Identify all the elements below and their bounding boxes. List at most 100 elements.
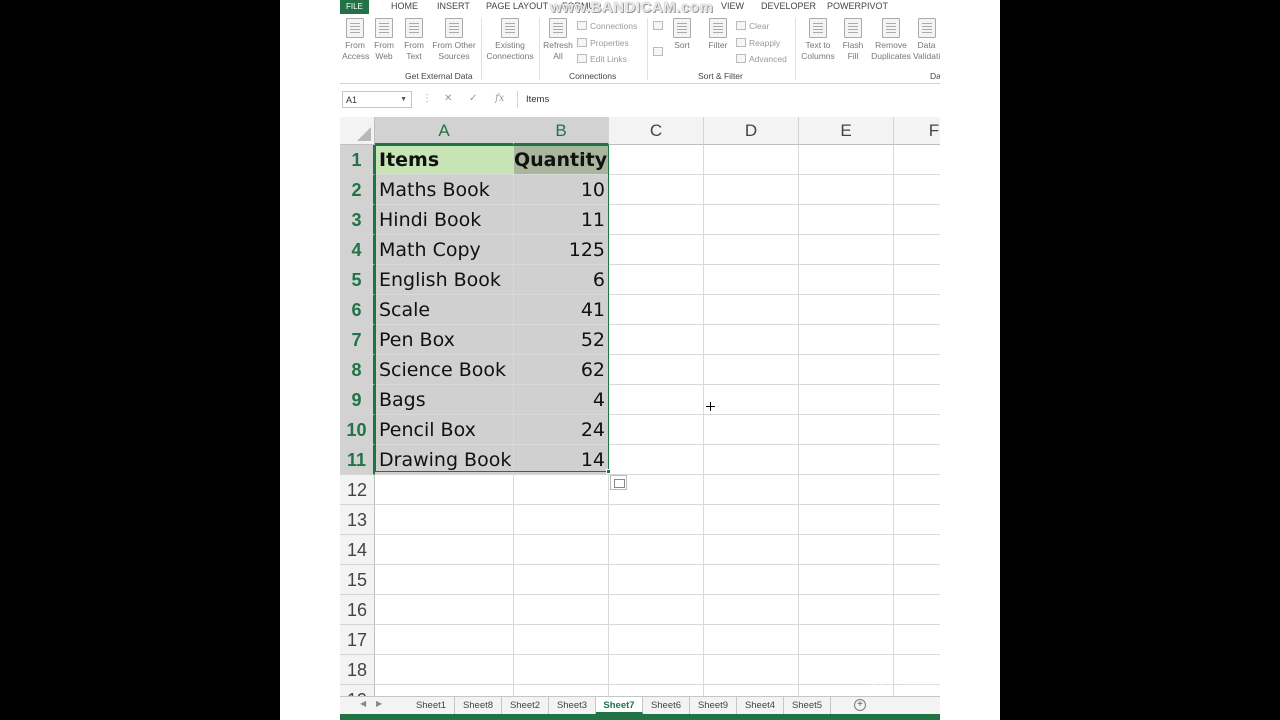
tab-insert[interactable]: INSERT <box>437 1 470 11</box>
cell-e9[interactable] <box>799 385 894 415</box>
column-header-a[interactable]: A <box>375 117 514 145</box>
cell-c6[interactable] <box>609 295 704 325</box>
cell-d3[interactable] <box>704 205 799 235</box>
prev-sheet-icon[interactable]: ◀ <box>360 699 366 708</box>
sheet-tab-sheet6[interactable]: Sheet6 <box>643 697 690 714</box>
sheet-tab-sheet9[interactable]: Sheet9 <box>690 697 737 714</box>
existing-connections-button[interactable]: Existing Connections <box>484 18 536 62</box>
cell-f15[interactable] <box>894 565 940 595</box>
cell-b15[interactable] <box>514 565 609 595</box>
from-text-button[interactable]: From Text <box>402 18 426 62</box>
cell-a1[interactable]: Items <box>375 145 514 175</box>
advanced-filter-button[interactable]: Advanced <box>736 54 787 64</box>
cell-e10[interactable] <box>799 415 894 445</box>
cell-a18[interactable] <box>375 655 514 685</box>
cell-e7[interactable] <box>799 325 894 355</box>
cell-b4[interactable]: 125 <box>514 235 609 265</box>
tab-powerpivot[interactable]: POWERPIVOT <box>827 1 888 11</box>
tab-page-layout[interactable]: PAGE LAYOUT <box>486 1 548 11</box>
cell-a6[interactable]: Scale <box>375 295 514 325</box>
cell-b18[interactable] <box>514 655 609 685</box>
cell-c16[interactable] <box>609 595 704 625</box>
row-header-10[interactable]: 10 <box>340 415 375 445</box>
cell-e11[interactable] <box>799 445 894 475</box>
cell-f1[interactable] <box>894 145 940 175</box>
cell-d17[interactable] <box>704 625 799 655</box>
cell-e17[interactable] <box>799 625 894 655</box>
cell-e4[interactable] <box>799 235 894 265</box>
name-box[interactable]: A1 ▼ <box>342 91 412 108</box>
cell-e12[interactable] <box>799 475 894 505</box>
cell-f10[interactable] <box>894 415 940 445</box>
from-other-sources-button[interactable]: From Other Sources <box>430 18 478 62</box>
sort-za-button[interactable] <box>653 47 666 57</box>
cell-c2[interactable] <box>609 175 704 205</box>
cell-c14[interactable] <box>609 535 704 565</box>
cell-b5[interactable]: 6 <box>514 265 609 295</box>
clear-filter-button[interactable]: Clear <box>736 21 769 31</box>
cell-d8[interactable] <box>704 355 799 385</box>
row-header-4[interactable]: 4 <box>340 235 375 265</box>
cell-b7[interactable]: 52 <box>514 325 609 355</box>
cell-b11[interactable]: 14 <box>514 445 609 475</box>
cell-c5[interactable] <box>609 265 704 295</box>
cell-f8[interactable] <box>894 355 940 385</box>
cell-d7[interactable] <box>704 325 799 355</box>
cell-f7[interactable] <box>894 325 940 355</box>
row-header-14[interactable]: 14 <box>340 535 375 565</box>
add-sheet-icon[interactable]: + <box>854 699 866 711</box>
cell-a17[interactable] <box>375 625 514 655</box>
row-header-1[interactable]: 1 <box>340 145 375 175</box>
sort-button[interactable]: Sort <box>668 18 696 51</box>
select-all-corner[interactable] <box>340 117 375 145</box>
cell-d15[interactable] <box>704 565 799 595</box>
formula-input[interactable]: Items <box>517 91 940 108</box>
cell-d12[interactable] <box>704 475 799 505</box>
cell-b13[interactable] <box>514 505 609 535</box>
row-header-2[interactable]: 2 <box>340 175 375 205</box>
properties-button[interactable]: Properties <box>577 38 629 48</box>
tab-home[interactable]: HOME <box>391 1 418 11</box>
cell-d10[interactable] <box>704 415 799 445</box>
filter-button[interactable]: Filter <box>704 18 732 51</box>
cell-a10[interactable]: Pencil Box <box>375 415 514 445</box>
chevron-down-icon[interactable]: ▼ <box>400 96 407 103</box>
data-validation-button[interactable]: Data Validati <box>913 18 940 62</box>
cell-c4[interactable] <box>609 235 704 265</box>
cell-a11[interactable]: Drawing Book <box>375 445 514 475</box>
enter-icon[interactable]: ✓ <box>469 93 477 104</box>
row-header-16[interactable]: 16 <box>340 595 375 625</box>
cell-d4[interactable] <box>704 235 799 265</box>
cell-b10[interactable]: 24 <box>514 415 609 445</box>
row-header-8[interactable]: 8 <box>340 355 375 385</box>
cell-c9[interactable] <box>609 385 704 415</box>
cell-c3[interactable] <box>609 205 704 235</box>
cell-c7[interactable] <box>609 325 704 355</box>
sheet-tab-sheet3[interactable]: Sheet3 <box>549 697 596 714</box>
cell-b3[interactable]: 11 <box>514 205 609 235</box>
cell-d16[interactable] <box>704 595 799 625</box>
cell-e8[interactable] <box>799 355 894 385</box>
column-header-b[interactable]: B <box>514 117 609 145</box>
column-header-c[interactable]: C <box>609 117 704 145</box>
cell-a12[interactable] <box>375 475 514 505</box>
edit-links-button[interactable]: Edit Links <box>577 54 627 64</box>
cell-b14[interactable] <box>514 535 609 565</box>
next-sheet-icon[interactable]: ▶ <box>376 699 382 708</box>
column-header-d[interactable]: D <box>704 117 799 145</box>
cell-e1[interactable] <box>799 145 894 175</box>
cell-e13[interactable] <box>799 505 894 535</box>
cell-b2[interactable]: 10 <box>514 175 609 205</box>
cell-a5[interactable]: English Book <box>375 265 514 295</box>
reapply-button[interactable]: Reapply <box>736 38 780 48</box>
column-header-f[interactable]: F <box>894 117 940 145</box>
row-header-11[interactable]: 11 <box>340 445 375 475</box>
from-web-button[interactable]: From Web <box>372 18 396 62</box>
cell-e3[interactable] <box>799 205 894 235</box>
cell-d18[interactable] <box>704 655 799 685</box>
cell-f11[interactable] <box>894 445 940 475</box>
cell-b12[interactable] <box>514 475 609 505</box>
cell-d1[interactable] <box>704 145 799 175</box>
cell-b1[interactable]: Quantity <box>514 145 609 175</box>
cell-f2[interactable] <box>894 175 940 205</box>
